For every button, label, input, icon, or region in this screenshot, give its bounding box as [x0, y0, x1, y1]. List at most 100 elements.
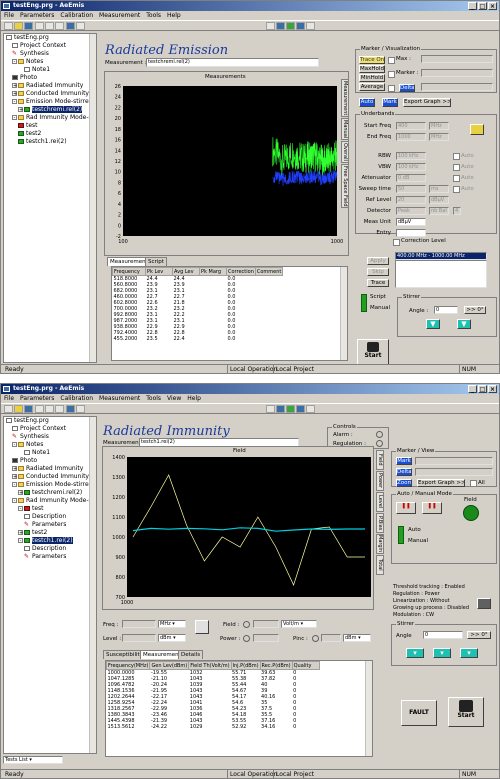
expand-icon[interactable]: +	[18, 490, 23, 496]
column-header[interactable]: Field Th(Volt/m)	[188, 661, 232, 670]
param-unit[interactable]: nb Bal	[429, 207, 449, 215]
tree-item[interactable]: ✎ Parameters	[4, 553, 96, 561]
tree-item[interactable]: testEng.prg	[4, 417, 96, 425]
settings-icon[interactable]	[296, 22, 305, 30]
open-folder-icon[interactable]	[14, 22, 23, 30]
tree-item[interactable]: - test	[4, 505, 96, 513]
field-led-icon[interactable]	[463, 505, 479, 521]
tree-item[interactable]: Description	[4, 545, 96, 553]
copy-icon[interactable]	[45, 405, 54, 413]
vtab-free-space-field[interactable]: Free Space Field	[341, 164, 349, 208]
delta-checkbox[interactable]	[388, 85, 395, 92]
copy-icon[interactable]	[45, 22, 54, 30]
expand-icon[interactable]: +	[18, 107, 23, 113]
tree-item[interactable]: + Conducted Immunity	[4, 90, 96, 98]
tree-item[interactable]: testEng.prg	[4, 34, 96, 42]
paste-icon[interactable]	[55, 405, 64, 413]
vtab-overall[interactable]: Overall	[341, 141, 349, 163]
tree-item[interactable]: test	[4, 122, 96, 130]
freq-unit-select[interactable]: MHz ▾	[158, 620, 186, 628]
monitor-icon[interactable]	[276, 405, 285, 413]
apply-button[interactable]: Apply	[367, 257, 389, 265]
chart-icon[interactable]	[286, 22, 295, 30]
expand-icon[interactable]: +	[18, 530, 23, 536]
menu-help[interactable]: Help	[167, 11, 181, 20]
minimize-button[interactable]: _	[468, 2, 477, 10]
tree-item[interactable]: - Emission Mode-stirred Ch	[4, 98, 96, 106]
param-unit[interactable]: dBµV	[429, 196, 449, 204]
vtab-margin[interactable]: Margin	[376, 534, 384, 554]
calculator-icon[interactable]	[66, 405, 75, 413]
document-icon[interactable]	[306, 22, 315, 30]
settings-icon[interactable]	[477, 598, 491, 609]
menu-file[interactable]: File	[4, 394, 14, 403]
tree-item[interactable]: ✎ Synthesis	[4, 50, 96, 58]
vtab-measurement[interactable]: Measurement	[341, 79, 349, 117]
zero-angle-button[interactable]: >> 0°	[467, 631, 491, 639]
table-row[interactable]: 1513.5612 -24.22 1029 52.92 34.16 0	[107, 724, 320, 730]
help-icon[interactable]	[76, 22, 85, 30]
menu-calibration[interactable]: Calibration	[60, 394, 93, 403]
tree-item[interactable]: test2	[4, 130, 96, 138]
trace-button[interactable]: Trace	[367, 279, 389, 287]
column-header[interactable]: Rec.P(dBm)	[259, 661, 293, 670]
tests-list-dropdown[interactable]: Tests List ▾	[3, 756, 63, 764]
trace-on-button[interactable]: Trace On	[359, 56, 385, 64]
average-button[interactable]: Average	[359, 83, 385, 91]
tree-item[interactable]: + test2	[4, 529, 96, 537]
maxhold-button[interactable]: MaxHold	[359, 65, 385, 73]
tree-item[interactable]: + testchremi.rel(2)	[4, 106, 96, 114]
tab-script[interactable]: Script	[145, 257, 167, 266]
collapse-icon[interactable]: -	[12, 115, 17, 121]
menu-measurement[interactable]: Measurement	[99, 11, 140, 20]
max-field[interactable]	[421, 55, 493, 63]
rotate-step-icon[interactable]: ▾	[433, 648, 451, 658]
measurement-table[interactable]: Frequency Pk Lev Avg Lev Pk Marg Correction C…	[111, 266, 348, 361]
lock-icon[interactable]	[195, 620, 209, 634]
collapse-icon[interactable]: -	[18, 506, 23, 512]
column-header[interactable]: Correction	[226, 267, 256, 276]
tree-item[interactable]: ✎ Synthesis	[4, 433, 96, 441]
collapse-icon[interactable]: -	[12, 482, 17, 488]
angle-field[interactable]: 0	[434, 306, 458, 314]
rotate-step-button[interactable]: ▼	[457, 319, 471, 329]
param-unit[interactable]: ms	[429, 185, 449, 193]
tree-item[interactable]: Photo	[4, 74, 96, 82]
tree-item[interactable]: + Radiated Immunity	[4, 82, 96, 90]
tree-item[interactable]: Note1	[4, 66, 96, 74]
tree-item[interactable]: testch1.rei(2)	[4, 138, 96, 146]
freq-field[interactable]	[122, 620, 156, 628]
tab-details[interactable]: Details	[178, 650, 204, 659]
param-value[interactable]: 1000	[396, 133, 426, 141]
print-icon[interactable]	[35, 22, 44, 30]
delta-field[interactable]	[421, 83, 493, 91]
param-value[interactable]: 0 dB	[396, 174, 426, 182]
tree-item[interactable]: Note1	[4, 449, 96, 457]
start-button[interactable]: Start	[448, 697, 484, 727]
collapse-icon[interactable]: -	[18, 538, 23, 544]
menu-view[interactable]: View	[167, 394, 181, 403]
delta-button[interactable]: Delta	[399, 84, 415, 92]
expand-icon[interactable]: +	[12, 466, 17, 472]
rotate-down-button[interactable]: ▼	[426, 319, 440, 329]
new-file-icon[interactable]	[4, 22, 13, 30]
menu-calibration[interactable]: Calibration	[60, 11, 93, 20]
monitor-icon[interactable]	[276, 22, 285, 30]
level-unit-select[interactable]: dBm ▾	[158, 634, 186, 642]
tree-scrollbar[interactable]	[89, 34, 96, 362]
tree-item[interactable]: Photo	[4, 457, 96, 465]
vtab-level[interactable]: Level	[376, 492, 384, 512]
open-folder-icon[interactable]	[14, 405, 23, 413]
tree-item[interactable]: - Notes	[4, 58, 96, 66]
expand-icon[interactable]: +	[12, 474, 17, 480]
collapse-icon[interactable]: -	[12, 498, 17, 504]
print-icon[interactable]	[35, 405, 44, 413]
maximize-button[interactable]: □	[478, 2, 487, 10]
menu-measurement[interactable]: Measurement	[99, 394, 140, 403]
pinc-value[interactable]	[321, 634, 341, 642]
close-button[interactable]: ×	[488, 385, 497, 393]
param-value[interactable]: 400	[396, 122, 426, 130]
level-field[interactable]	[122, 634, 156, 642]
table-scrollbar[interactable]	[340, 267, 347, 360]
project-tree[interactable]: testEng.prg Project Context ✎ Synthesis - Not…	[3, 33, 97, 363]
